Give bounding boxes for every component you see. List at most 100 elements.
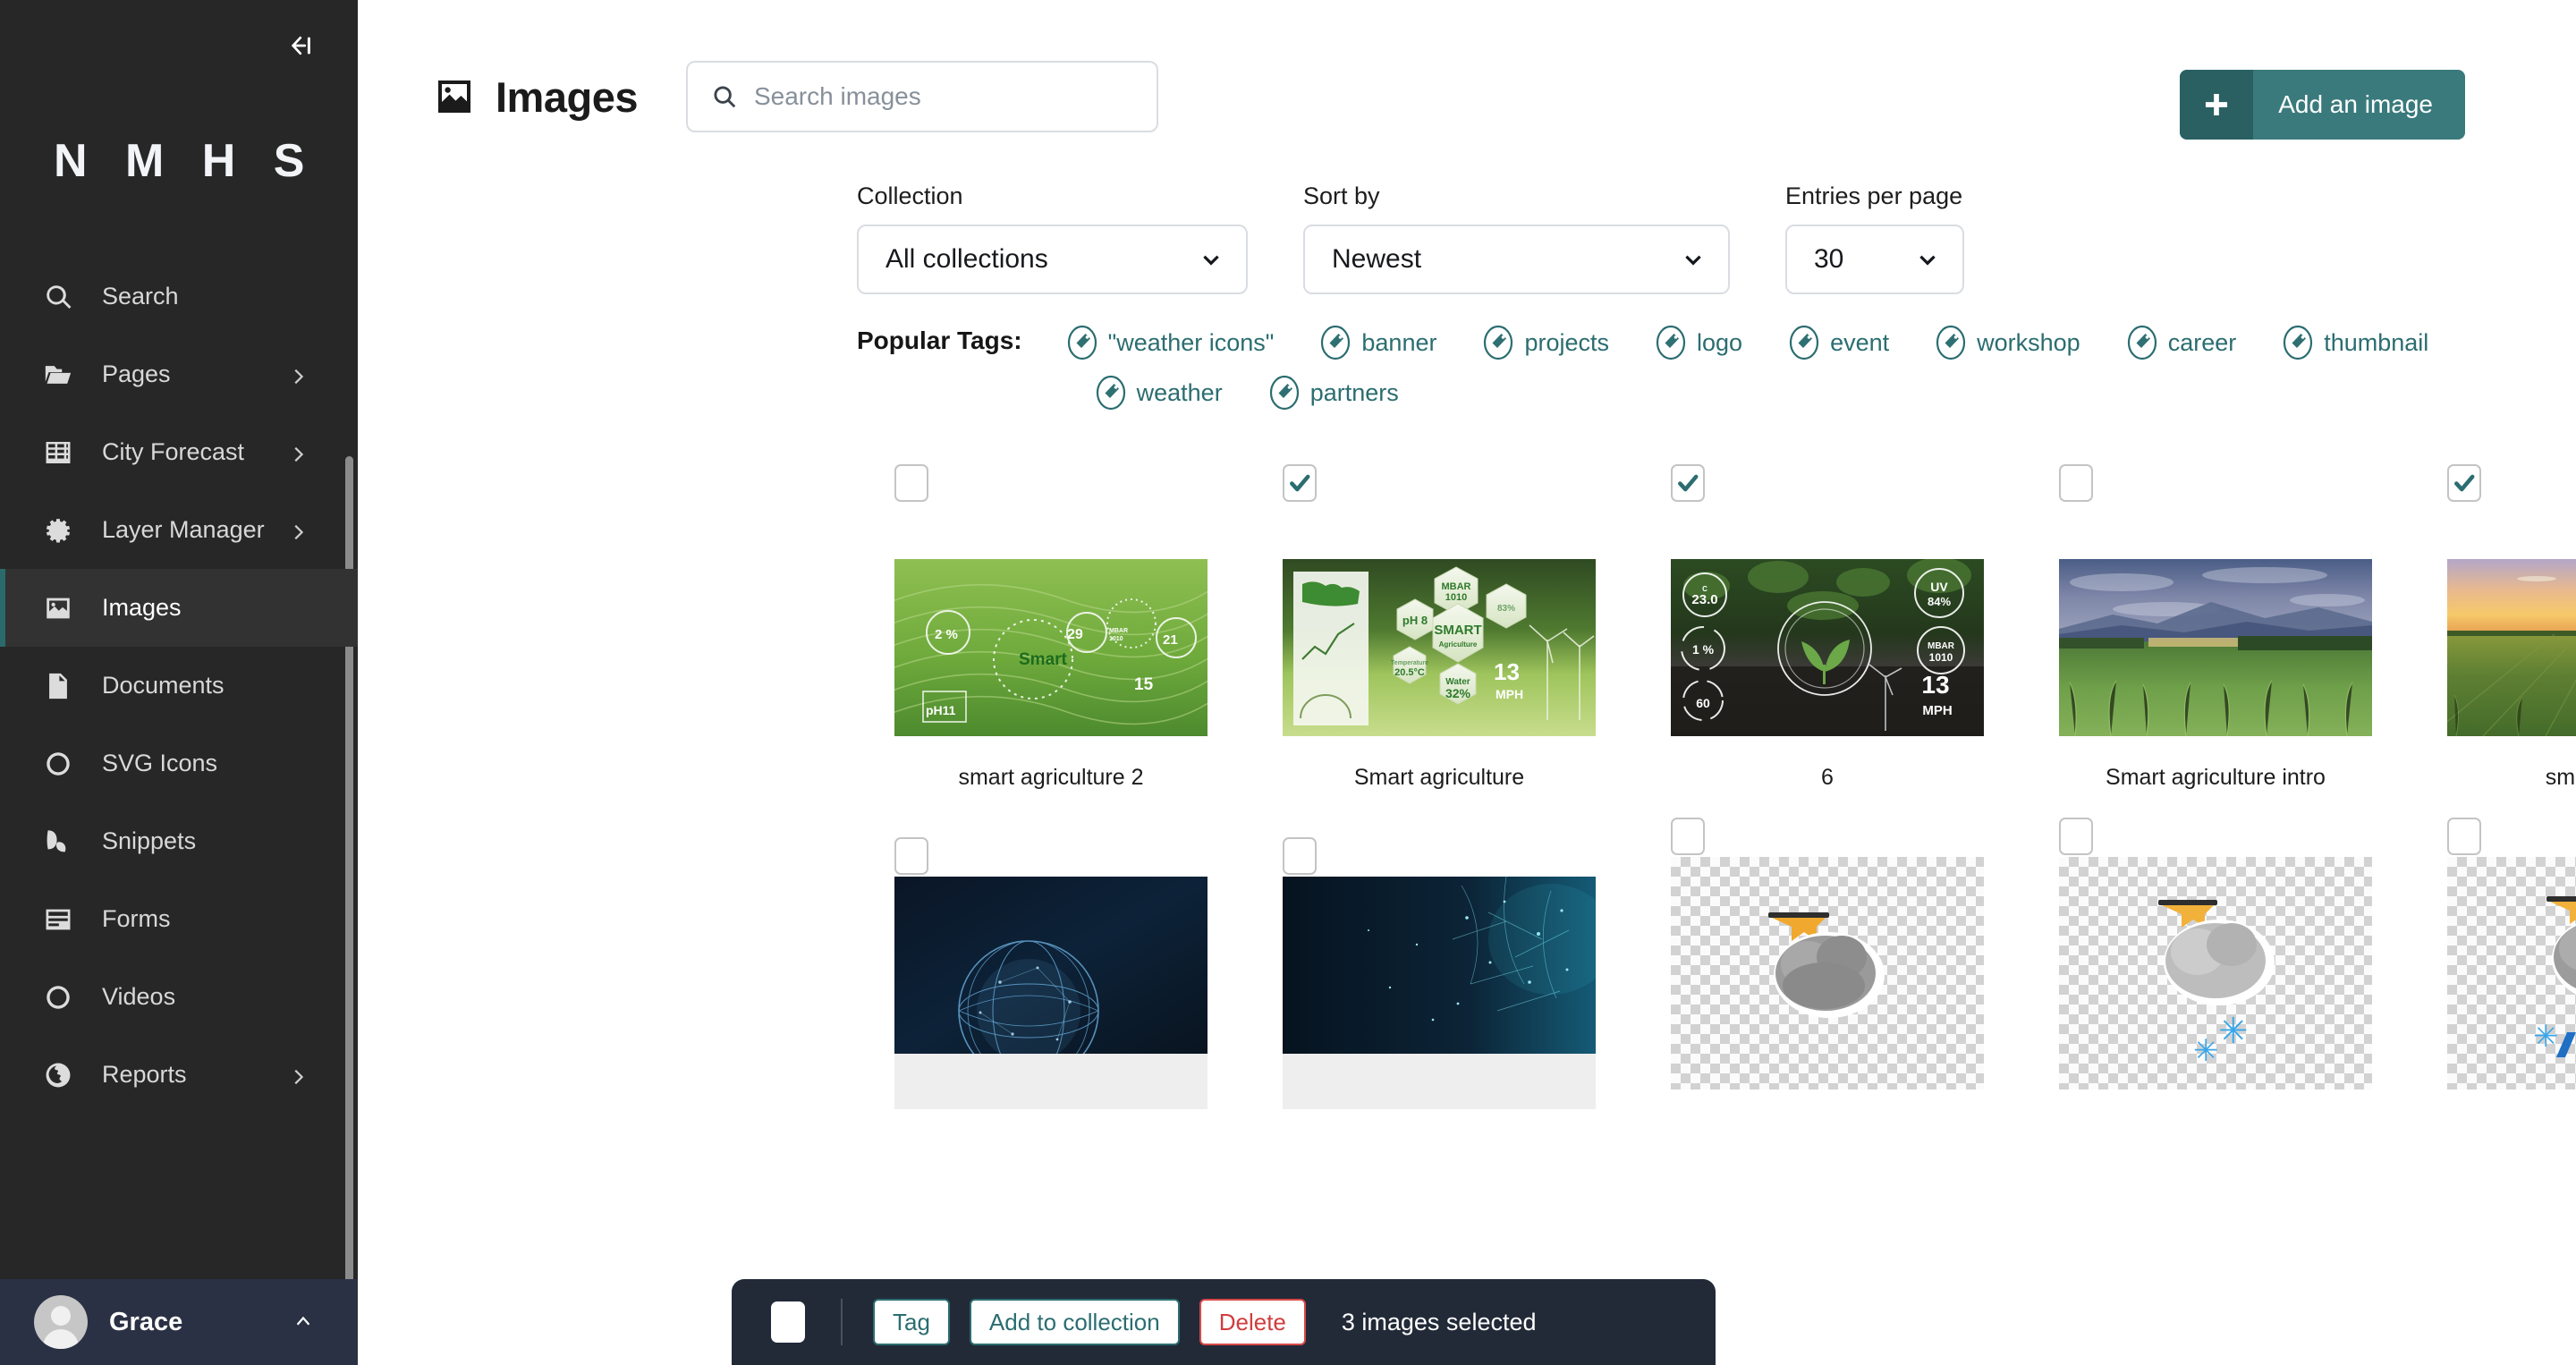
collection-select[interactable]: All collections [857, 225, 1248, 294]
tag-chip[interactable]: projects [1483, 321, 1609, 364]
image-card[interactable]: pH 8 MBAR 1010 83% SMART Agriculture Tempe… [1245, 464, 1633, 791]
tag-chip[interactable]: logo [1656, 321, 1742, 364]
tag-label: thumbnail [2324, 328, 2429, 356]
image-select-checkbox[interactable] [894, 464, 928, 502]
image-select-checkbox[interactable] [2447, 818, 2481, 855]
tag-chip[interactable]: workshop [1936, 321, 2080, 364]
image-thumbnail[interactable] [2059, 559, 2372, 736]
entries-per-page-value: 30 [1814, 244, 1844, 274]
tag-icon [1096, 375, 1126, 411]
sidebar-item-documents[interactable]: Documents [0, 647, 358, 725]
chevron-right-icon [288, 1065, 308, 1085]
image-thumbnail[interactable]: 2 % 29 21 15 pH11 Smart MBAR 1010 [894, 559, 1208, 736]
sidebar-user-name: Grace [109, 1307, 183, 1336]
image-select-checkbox[interactable] [2059, 464, 2093, 502]
add-to-collection-button[interactable]: Add to collection [969, 1299, 1180, 1345]
tag-chip[interactable]: event [1789, 321, 1889, 364]
sort-by-select[interactable]: Newest [1303, 225, 1730, 294]
svg-text:60: 60 [1696, 696, 1710, 710]
image-thumb-wrap [857, 877, 1245, 1109]
sidebar-item-videos[interactable]: Videos [0, 958, 358, 1036]
image-thumbnail[interactable] [1283, 877, 1596, 1109]
tag-icon [1269, 375, 1300, 411]
image-card[interactable]: Smart agriculture intro [2021, 464, 2410, 791]
sidebar-item-layer-manager[interactable]: Layer Manager [0, 491, 358, 569]
tag-label: event [1830, 328, 1890, 356]
chevron-up-icon [293, 1312, 313, 1332]
tag-label: banner [1361, 328, 1437, 356]
chevron-right-icon [288, 521, 308, 540]
image-card[interactable]: ✳ ✳ [2410, 818, 2576, 1109]
globe-icon [39, 1056, 77, 1094]
sidebar-item-label: Images [102, 594, 182, 621]
page-header: Images Add an image [358, 0, 2576, 140]
image-select-checkbox[interactable] [2059, 818, 2093, 855]
image-select-checkbox[interactable] [1283, 464, 1317, 502]
image-thumbnail[interactable]: C 23.0 1 % 60 UV 84% MBAR 1010 13 MPH [1671, 559, 1984, 736]
tag-chip[interactable]: career [2127, 321, 2236, 364]
sidebar-item-forms[interactable]: Forms [0, 880, 358, 958]
image-thumbnail[interactable]: pH 8 MBAR 1010 83% SMART Agriculture Tempe… [1283, 559, 1596, 736]
image-grid-row-1: 2 % 29 21 15 pH11 Smart MBAR 1010 smart a… [358, 414, 2576, 791]
image-card[interactable]: ✳ ✳ [2021, 818, 2410, 1109]
image-card[interactable]: C 23.0 1 % 60 UV 84% MBAR 1010 13 MPH 6 [1633, 464, 2021, 791]
image-card[interactable]: smart_agric [2410, 464, 2576, 791]
collapse-left-icon[interactable] [283, 27, 320, 64]
sidebar-item-label: City Forecast [102, 438, 245, 465]
filter-sort-by: Sort by Newest [1303, 182, 1730, 294]
image-thumbnail[interactable] [894, 877, 1208, 1109]
image-thumbnail[interactable]: ✳ ✳ [2447, 857, 2576, 1089]
sidebar-item-images[interactable]: Images [0, 569, 358, 647]
image-select-wrap [1245, 464, 1633, 502]
tag-chip[interactable]: thumbnail [2283, 321, 2428, 364]
circle-icon [39, 979, 77, 1016]
form-icon [39, 901, 77, 938]
image-card[interactable]: 2 % 29 21 15 pH11 Smart MBAR 1010 smart a… [857, 464, 1245, 791]
search-box[interactable] [685, 61, 1158, 132]
sidebar-item-label: SVG Icons [102, 750, 218, 776]
delete-button[interactable]: Delete [1199, 1299, 1306, 1345]
svg-text:pH 8: pH 8 [1402, 614, 1428, 627]
image-select-checkbox[interactable] [894, 837, 928, 875]
chevron-right-icon [288, 365, 308, 385]
sidebar-item-city-forecast[interactable]: City Forecast [0, 413, 358, 491]
image-card[interactable] [857, 837, 1245, 1109]
image-select-checkbox[interactable] [1283, 837, 1317, 875]
svg-text:1010: 1010 [1109, 636, 1123, 642]
tag-chip[interactable]: partners [1269, 371, 1399, 414]
svg-text:MBAR: MBAR [1442, 581, 1471, 592]
entries-per-page-select[interactable]: 30 [1785, 225, 1964, 294]
svg-text:1010: 1010 [1929, 651, 1953, 664]
image-select-checkbox[interactable] [1671, 464, 1705, 502]
filter-label: Entries per page [1785, 182, 1963, 209]
sidebar-user-menu[interactable]: Grace [0, 1279, 358, 1365]
image-thumbnail[interactable] [2447, 559, 2576, 736]
tag-chip[interactable]: weather [1096, 371, 1223, 414]
image-grid-row-2: ✳ ✳ ✳ ✳ [358, 791, 2576, 1109]
sidebar-item-reports[interactable]: Reports [0, 1036, 358, 1114]
document-icon [39, 667, 77, 705]
add-image-button[interactable]: Add an image [2180, 70, 2465, 140]
sidebar-item-pages[interactable]: Pages [0, 335, 358, 413]
search-input[interactable] [753, 82, 1133, 111]
tag-chip[interactable]: "weather icons" [1067, 321, 1274, 364]
svg-text:✳: ✳ [2218, 1012, 2249, 1051]
tag-icon [1320, 325, 1351, 360]
svg-text:32%: 32% [1445, 686, 1471, 700]
tag-button[interactable]: Tag [873, 1299, 950, 1345]
sidebar-item-search[interactable]: Search [0, 258, 358, 335]
sidebar-item-snippets[interactable]: Snippets [0, 802, 358, 880]
collection-select-value: All collections [886, 244, 1048, 274]
svg-text:Agriculture: Agriculture [1439, 640, 1478, 649]
sidebar-item-svg-icons[interactable]: SVG Icons [0, 725, 358, 802]
image-thumbnail[interactable] [1671, 857, 1984, 1089]
image-select-checkbox[interactable] [2447, 464, 2481, 502]
image-card[interactable] [1245, 837, 1633, 1109]
image-select-wrap [857, 837, 1245, 875]
select-all-checkbox[interactable] [771, 1301, 805, 1343]
image-card[interactable] [1633, 818, 2021, 1109]
tag-icon [1789, 325, 1819, 360]
tag-chip[interactable]: banner [1320, 321, 1436, 364]
image-thumbnail[interactable]: ✳ ✳ [2059, 857, 2372, 1089]
image-select-checkbox[interactable] [1671, 818, 1705, 855]
